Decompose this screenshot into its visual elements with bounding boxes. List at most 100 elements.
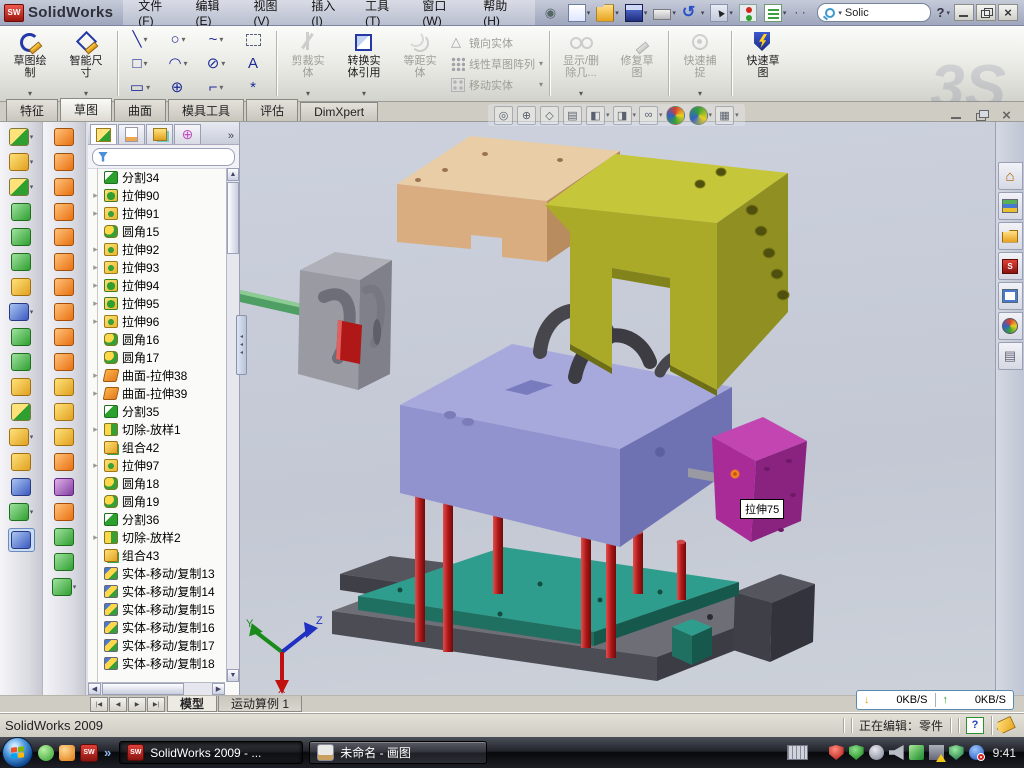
dimxpertmanager-tab-icon[interactable] <box>174 124 201 144</box>
media-quicklaunch-icon[interactable] <box>59 745 75 761</box>
slot-icon[interactable]: ▭ ▾ <box>121 76 159 100</box>
search-dropdown-icon[interactable]: ▾ <box>838 9 842 17</box>
tree-item[interactable]: ▸ 拉伸97 <box>88 456 225 474</box>
ribbon-button[interactable]: 等距实体 <box>392 27 448 100</box>
linear-pattern-icon[interactable]: ▾ <box>9 303 34 321</box>
menu-item[interactable]: 工具(T) <box>354 0 411 25</box>
panel-expand-chevron[interactable]: » <box>228 130 239 144</box>
split-icon[interactable] <box>11 353 32 371</box>
custom-properties-tab[interactable] <box>998 342 1023 370</box>
section-view-icon[interactable]: ▤ <box>563 106 583 125</box>
tree-item[interactable]: ▸ 切除-放样2 <box>88 528 225 546</box>
ribbon-button[interactable]: 修复草图 <box>609 27 665 100</box>
polygon-icon[interactable]: ⊕ <box>159 76 197 100</box>
offset-surface-icon[interactable] <box>54 303 75 321</box>
tag-button[interactable] <box>991 716 1018 735</box>
tree-item[interactable]: 实体-移动/复制18 <box>88 654 225 672</box>
tree-item[interactable]: 实体-移动/复制15 <box>88 600 225 618</box>
tree-item[interactable]: ▸ 拉伸95 <box>88 294 225 312</box>
security-green-shield-icon[interactable] <box>849 745 864 760</box>
select-entities-icon[interactable] <box>235 28 273 52</box>
lofted-surface-icon[interactable] <box>54 203 75 221</box>
zoom-fit-icon[interactable]: ◎ <box>494 106 514 125</box>
configurationmanager-tab-icon[interactable] <box>146 124 173 144</box>
model-tab[interactable]: 模型 <box>167 696 217 712</box>
scroll-up-icon[interactable]: ▲ <box>227 168 239 181</box>
dropdown-arrow-icon[interactable]: ▾ <box>701 9 705 17</box>
boundary-surface-icon[interactable] <box>54 228 75 246</box>
tree-item[interactable]: ▸ 拉伸93 <box>88 258 225 276</box>
trim-surface-icon[interactable] <box>54 428 75 446</box>
sketch-fillet-icon[interactable]: ⌐ ▾ <box>197 76 235 100</box>
knit-surface-icon[interactable] <box>54 328 75 346</box>
replace-face-icon[interactable] <box>54 403 75 421</box>
ribbon-button[interactable]: 转换实体引用 ▾ <box>336 27 392 100</box>
expand-arrow-icon[interactable]: ▸ <box>91 298 100 309</box>
scroll-down-icon[interactable]: ▼ <box>227 669 239 682</box>
tree-item[interactable]: 圆角18 <box>88 474 225 492</box>
options-icon[interactable]: ▾ <box>762 3 789 23</box>
taskbar-task-button[interactable]: SW SolidWorks 2009 - ... <box>119 741 303 764</box>
messenger-quicklaunch-icon[interactable] <box>38 745 54 761</box>
combine-icon[interactable] <box>11 378 32 396</box>
ribbon-button[interactable]: 快速捕捉 ▾ <box>672 27 728 100</box>
rib-icon[interactable] <box>11 328 32 346</box>
tree-item[interactable]: 实体-移动/复制13 <box>88 564 225 582</box>
taskbar-task-button[interactable]: 未命名 - 画图 <box>309 741 487 764</box>
tree-item[interactable]: 分割36 <box>88 510 225 528</box>
menu-item[interactable]: 编辑(E) <box>185 0 243 25</box>
expand-arrow-icon[interactable]: ▸ <box>91 388 100 399</box>
ribbon-button[interactable]: 剪裁实体 ▾ <box>280 27 336 100</box>
menu-item[interactable]: 文件(F) <box>127 0 184 25</box>
spline-icon[interactable]: ~ ▾ <box>197 28 235 52</box>
menu-item[interactable]: 窗口(W) <box>411 0 472 25</box>
dropdown-arrow-icon[interactable]: ▾ <box>729 9 733 17</box>
ribbon-small-button[interactable]: 移动实体 ▾ <box>448 74 546 95</box>
print-icon[interactable]: ▾ <box>651 4 678 21</box>
antivirus-shield-icon[interactable] <box>829 745 844 760</box>
reference-geometry-icon[interactable]: ▾ <box>9 428 34 446</box>
extend-surface-icon[interactable] <box>54 453 75 471</box>
tree-item[interactable]: 组合42 <box>88 438 225 456</box>
expand-arrow-icon[interactable]: ▸ <box>91 280 100 291</box>
point-icon[interactable]: * <box>235 76 273 100</box>
tree-item[interactable]: ▸ 曲面-拉伸39 <box>88 384 225 402</box>
menu-item[interactable]: 插入(I) <box>300 0 354 25</box>
zoom-area-icon[interactable]: ⊕ <box>517 106 537 125</box>
swept-boss-icon[interactable] <box>11 203 32 221</box>
file-explorer-tab[interactable] <box>998 222 1023 250</box>
ribbon-small-button[interactable]: 线性草图阵列 ▾ <box>448 53 546 74</box>
ellipse-icon[interactable]: ⊘ ▾ <box>197 52 235 76</box>
tree-item[interactable]: ▸ 曲面-拉伸38 <box>88 366 225 384</box>
view-palette-tab[interactable] <box>998 282 1023 310</box>
dome-icon[interactable] <box>54 528 75 546</box>
tree-item[interactable]: ▸ 拉伸91 <box>88 204 225 222</box>
network-warning-icon[interactable] <box>929 745 944 760</box>
sketch-text-icon[interactable]: A <box>235 52 273 76</box>
toolbox-tab[interactable]: S <box>998 252 1023 280</box>
tree-item[interactable]: 实体-移动/复制16 <box>88 618 225 636</box>
expand-arrow-icon[interactable]: ▸ <box>91 316 100 327</box>
tree-item[interactable]: 圆角16 <box>88 330 225 348</box>
messenger-status-icon[interactable] <box>969 745 984 760</box>
solidworks-resources-tab[interactable] <box>998 162 1023 190</box>
expand-arrow-icon[interactable]: ▸ <box>91 244 100 255</box>
quick-launch-chevron[interactable]: » <box>104 745 111 760</box>
menu-item[interactable]: 帮助(H) <box>472 0 531 25</box>
surface-curve-icon[interactable]: ▾ <box>52 578 77 596</box>
tree-item[interactable]: ▸ 切除-放样1 <box>88 420 225 438</box>
instant3d-icon[interactable] <box>8 528 35 552</box>
pin-icon[interactable] <box>541 3 564 23</box>
select-icon[interactable]: ▾ <box>708 3 735 23</box>
help-button[interactable]: ? <box>935 5 947 20</box>
hide-show-items-icon[interactable]: ∞ ▾ <box>639 106 663 125</box>
save-icon[interactable]: ▾ <box>623 3 650 23</box>
display-style-icon[interactable]: ◨ ▾ <box>613 106 637 125</box>
doc-restore-button[interactable] <box>971 107 992 123</box>
expand-arrow-icon[interactable]: ▸ <box>91 370 100 381</box>
search-box[interactable]: ▾ Solic <box>817 3 930 22</box>
propertymanager-tab-icon[interactable] <box>118 124 145 144</box>
plane-icon[interactable] <box>11 453 32 471</box>
extruded-surface-icon[interactable] <box>54 178 75 196</box>
sync-icon[interactable] <box>909 745 924 760</box>
